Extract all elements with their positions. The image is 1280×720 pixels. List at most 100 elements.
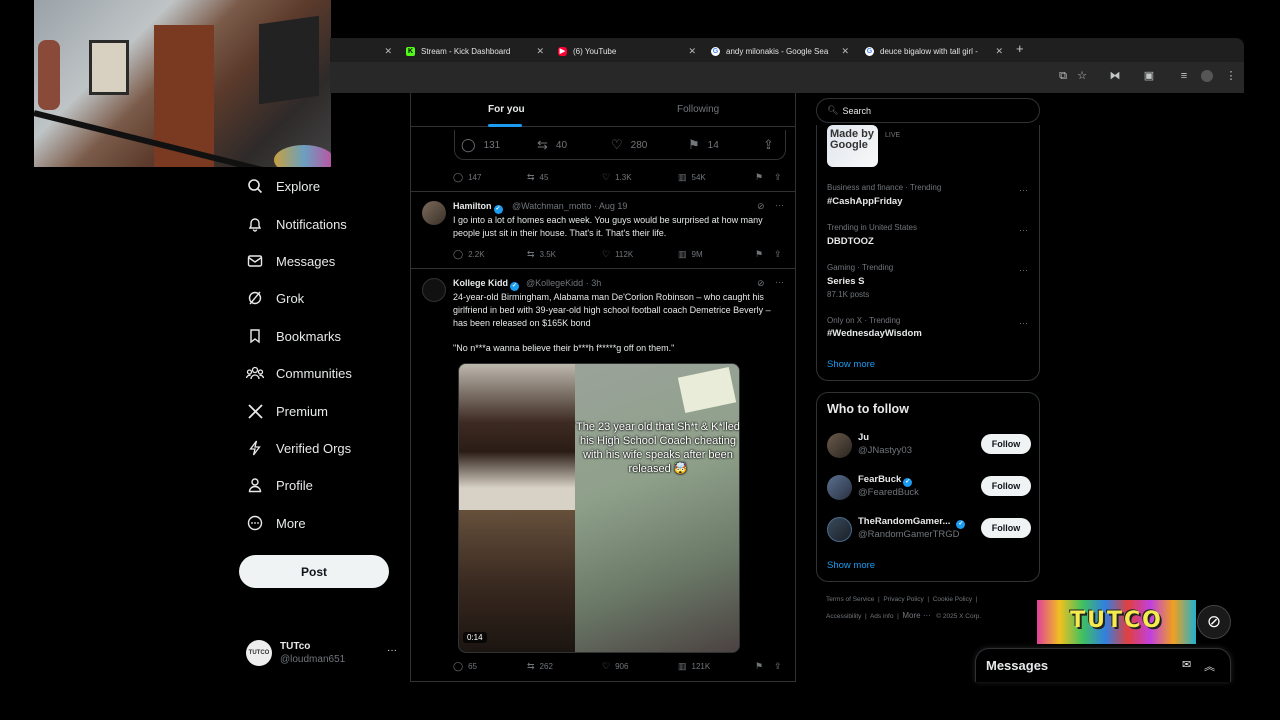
- nav-item-communities[interactable]: Communities: [246, 361, 352, 385]
- footer-link[interactable]: Cookie Policy: [933, 596, 972, 603]
- share-button[interactable]: ⇪: [774, 661, 787, 672]
- like-button[interactable]: ♡ 906: [602, 661, 628, 672]
- more-icon[interactable]: ···: [775, 277, 784, 287]
- repost-button[interactable]: ⇆ 262: [527, 661, 553, 672]
- nav-item-grok[interactable]: Grok: [246, 286, 304, 310]
- views-button[interactable]: ▥ 9M: [678, 249, 703, 260]
- show-more-link[interactable]: Show more: [827, 560, 875, 571]
- footer-link[interactable]: Privacy Policy: [883, 596, 923, 603]
- footer-link[interactable]: Accessibility: [826, 613, 861, 620]
- tab-close-icon[interactable]: ✕: [384, 46, 392, 57]
- nav-item-profile[interactable]: Profile: [246, 473, 313, 497]
- search-input[interactable]: 🔍︎ Search: [816, 98, 1040, 123]
- repost-button[interactable]: ⇆ 40: [537, 137, 567, 153]
- tab-following[interactable]: Following: [677, 104, 719, 115]
- tab-google-search-1[interactable]: G andy milonakis - Google Sea ✕: [711, 42, 849, 60]
- expand-icon[interactable]: ︽: [1204, 658, 1215, 674]
- nav-item-verified-orgs[interactable]: Verified Orgs: [246, 436, 351, 460]
- tweet-time[interactable]: Aug 19: [599, 201, 628, 211]
- more-icon[interactable]: ···: [1019, 225, 1028, 235]
- footer-link[interactable]: Terms of Service: [826, 596, 874, 603]
- profile-avatar-icon[interactable]: [1201, 70, 1213, 82]
- author-handle[interactable]: @KollegeKidd: [526, 278, 583, 288]
- nav-item-explore[interactable]: Explore: [246, 174, 320, 198]
- nav-item-messages[interactable]: Messages: [246, 249, 335, 273]
- reply-button[interactable]: ◯ 147: [453, 172, 481, 183]
- trend-name[interactable]: #WednesdayWisdom: [827, 328, 922, 339]
- tab-blank[interactable]: ✕: [340, 42, 392, 60]
- tweet-time[interactable]: 3h: [591, 278, 601, 288]
- user-name[interactable]: Ju: [858, 432, 869, 443]
- bookmark-button[interactable]: ⚑: [755, 661, 768, 672]
- avatar[interactable]: [827, 517, 852, 542]
- like-button[interactable]: ♡ 280: [611, 137, 647, 153]
- tweet-author-name[interactable]: Hamilton ✓: [453, 201, 503, 214]
- tweet-author-name[interactable]: Kollege Kidd ✓: [453, 278, 520, 291]
- live-thumbnail[interactable]: Made by Google: [827, 125, 878, 167]
- follow-button[interactable]: Follow: [981, 518, 1031, 538]
- trend-name[interactable]: Series S: [827, 276, 865, 287]
- nav-item-premium[interactable]: Premium: [246, 399, 328, 423]
- repost-button[interactable]: ⇆ 45: [527, 172, 548, 183]
- install-app-icon[interactable]: ⧉: [1057, 70, 1069, 82]
- tab-close-icon[interactable]: ✕: [536, 46, 544, 57]
- share-button[interactable]: ⇪: [774, 172, 787, 183]
- reply-button[interactable]: ◯ 131: [461, 137, 500, 153]
- views-button[interactable]: ▥ 121K: [678, 661, 710, 672]
- tab-close-icon[interactable]: ✕: [995, 46, 1003, 57]
- footer-more-link[interactable]: More ···: [902, 611, 930, 620]
- share-button[interactable]: ⇪: [763, 137, 782, 153]
- more-icon[interactable]: ···: [1019, 265, 1028, 275]
- tweet-video[interactable]: The 23 year old that Sh*t & K*lled his H…: [458, 363, 740, 653]
- media-controls-icon[interactable]: ≡: [1178, 70, 1190, 82]
- footer-link[interactable]: Ads info: [870, 613, 894, 620]
- trend-name[interactable]: #CashAppFriday: [827, 196, 903, 207]
- follow-suggestion[interactable]: TheRandomGamer... ✓ @RandomGamerTRGD Foll…: [827, 514, 1031, 544]
- bookmark-button[interactable]: ⚑ 14: [688, 137, 719, 153]
- bookmark-button[interactable]: ⚑: [755, 172, 768, 183]
- avatar[interactable]: [422, 201, 446, 225]
- bookmark-button[interactable]: ⚑: [755, 249, 768, 260]
- more-icon[interactable]: ···: [1019, 185, 1028, 195]
- user-name[interactable]: FearBuck ✓: [858, 474, 913, 487]
- nav-item-more[interactable]: More: [246, 511, 306, 535]
- share-button[interactable]: ⇪: [774, 249, 787, 260]
- tab-for-you[interactable]: For you: [488, 104, 525, 115]
- extensions-icon[interactable]: ⧓: [1109, 70, 1121, 82]
- follow-button[interactable]: Follow: [981, 476, 1031, 496]
- tab-close-icon[interactable]: ✕: [841, 46, 849, 57]
- user-name[interactable]: TheRandomGamer... ✓: [858, 516, 966, 529]
- sidepanel-icon[interactable]: ▣: [1143, 70, 1155, 82]
- messages-drawer[interactable]: Messages ✉ ︽: [975, 648, 1231, 682]
- compose-message-icon[interactable]: ✉: [1182, 658, 1191, 671]
- show-more-link[interactable]: Show more: [827, 359, 875, 370]
- tab-close-icon[interactable]: ✕: [688, 46, 696, 57]
- tab-kick-dashboard[interactable]: K Stream - Kick Dashboard ✕: [406, 42, 544, 60]
- views-button[interactable]: ▥ 54K: [678, 172, 706, 183]
- more-icon[interactable]: ···: [387, 645, 397, 656]
- tab-google-search-2[interactable]: G deuce bigalow with tall girl - ✕: [865, 42, 1003, 60]
- star-icon[interactable]: ☆: [1076, 70, 1088, 82]
- account-switcher[interactable]: TUTCO TUTco @loudman651 ···: [246, 639, 401, 669]
- trend-name[interactable]: DBDTOOZ: [827, 236, 874, 247]
- like-button[interactable]: ♡ 1.3K: [602, 172, 632, 183]
- new-tab-button[interactable]: +: [1016, 41, 1024, 56]
- like-button[interactable]: ♡ 112K: [602, 249, 633, 260]
- more-icon[interactable]: ···: [1019, 318, 1028, 328]
- nav-item-bookmarks[interactable]: Bookmarks: [246, 324, 341, 348]
- tab-youtube[interactable]: ▶ (6) YouTube ✕: [558, 42, 696, 60]
- follow-suggestion[interactable]: Ju @JNastyy03 Follow: [827, 430, 1031, 460]
- browser-menu-icon[interactable]: ⋮: [1225, 70, 1237, 82]
- follow-suggestion[interactable]: FearBuck ✓ @FearedBuck Follow: [827, 472, 1031, 502]
- avatar[interactable]: [422, 278, 446, 302]
- author-handle[interactable]: @Watchman_motto: [512, 201, 591, 211]
- nav-item-notifications[interactable]: Notifications: [246, 212, 347, 236]
- more-icon[interactable]: ···: [775, 200, 784, 210]
- follow-button[interactable]: Follow: [981, 434, 1031, 454]
- grok-icon[interactable]: ⊘: [757, 201, 765, 212]
- grok-icon[interactable]: ⊘: [757, 278, 765, 289]
- post-button[interactable]: Post: [239, 555, 389, 588]
- avatar[interactable]: [827, 475, 852, 500]
- reply-button[interactable]: ◯ 65: [453, 661, 477, 672]
- avatar[interactable]: [827, 433, 852, 458]
